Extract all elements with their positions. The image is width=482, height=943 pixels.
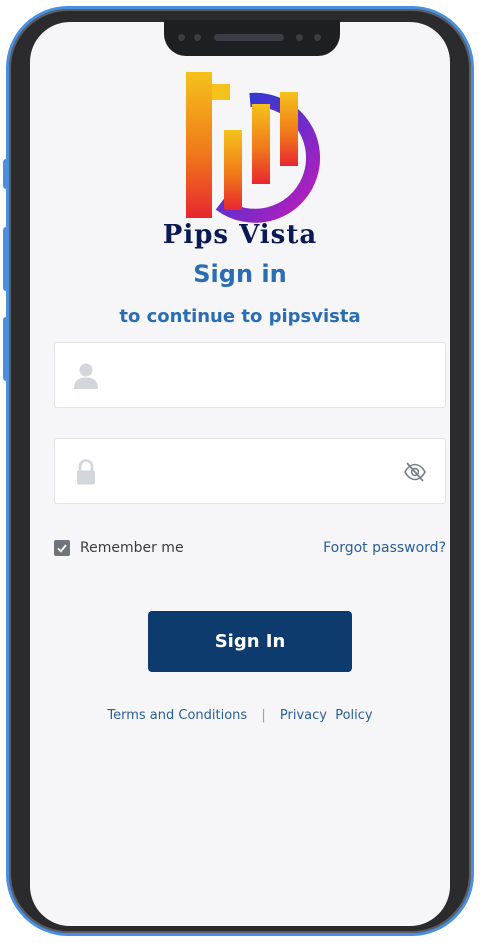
side-button-2 xyxy=(3,227,9,291)
check-icon xyxy=(57,544,67,553)
notch-dot xyxy=(178,34,185,41)
password-field[interactable] xyxy=(54,438,446,505)
notch-dot xyxy=(194,34,201,41)
sign-in-button[interactable]: Sign In xyxy=(148,611,352,672)
camera-dot xyxy=(314,34,321,41)
footer-links: Terms and Conditions | Privacy Policy xyxy=(30,708,450,723)
username-field[interactable] xyxy=(54,342,446,409)
remember-checkbox[interactable] xyxy=(54,540,70,556)
phone-screen: Pips Vista Sign in to continue to pipsvi… xyxy=(30,22,450,926)
side-button-3 xyxy=(3,317,9,381)
footer-separator: | xyxy=(261,708,266,723)
brand-name: Pips Vista xyxy=(162,220,318,250)
user-icon xyxy=(74,363,98,389)
remember-label: Remember me xyxy=(80,540,184,556)
lock-icon xyxy=(77,459,95,485)
side-button-1 xyxy=(3,159,9,189)
notch-dot xyxy=(296,34,303,41)
eye-slash-icon[interactable] xyxy=(403,461,427,483)
password-input[interactable] xyxy=(113,439,397,505)
page-subtitle: to continue to pipsvista xyxy=(119,306,361,327)
earpiece xyxy=(214,34,284,41)
terms-link[interactable]: Terms and Conditions xyxy=(107,708,247,723)
pipsvista-logo xyxy=(186,72,320,223)
privacy-link[interactable]: Privacy Policy xyxy=(280,708,373,723)
remember-me[interactable]: Remember me xyxy=(54,540,184,556)
phone-notch xyxy=(164,20,340,56)
page-title: Sign in xyxy=(193,260,287,288)
username-input[interactable] xyxy=(113,343,397,409)
forgot-password-link[interactable]: Forgot password? xyxy=(323,540,446,556)
